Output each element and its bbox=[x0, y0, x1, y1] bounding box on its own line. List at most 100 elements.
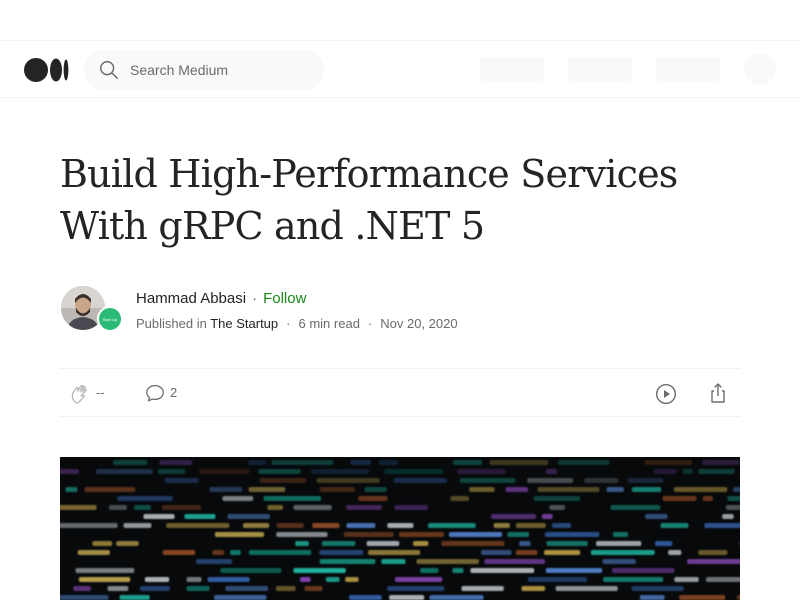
author-name[interactable]: Hammad Abbasi bbox=[136, 290, 246, 307]
code-glyph-blur bbox=[702, 496, 713, 501]
code-glyph-blur bbox=[527, 577, 588, 582]
search-bar[interactable] bbox=[84, 50, 324, 90]
code-glyph-blur bbox=[602, 559, 636, 564]
code-glyph-blur bbox=[706, 577, 740, 582]
code-glyph-blur bbox=[545, 568, 603, 573]
article-title: Build High-Performance Services With gRP… bbox=[60, 148, 750, 252]
code-glyph-blur bbox=[384, 469, 444, 474]
code-glyph-blur bbox=[60, 505, 97, 510]
code-glyph-blur bbox=[139, 586, 170, 591]
code-glyph-blur bbox=[673, 487, 728, 492]
code-glyph-blur bbox=[516, 523, 546, 528]
share-icon[interactable] bbox=[706, 381, 730, 405]
code-glyph-blur bbox=[452, 460, 483, 465]
code-glyph-blur bbox=[116, 541, 139, 546]
code-glyph-blur bbox=[505, 487, 529, 492]
code-glyph-blur bbox=[450, 496, 469, 501]
code-glyph-blur bbox=[325, 577, 340, 582]
code-glyph-blur bbox=[420, 568, 439, 573]
code-glyph-blur bbox=[271, 460, 334, 465]
code-glyph-blur bbox=[722, 514, 734, 519]
code-glyph-blur bbox=[639, 595, 665, 600]
code-glyph-blur bbox=[441, 541, 505, 546]
code-glyph-blur bbox=[461, 586, 504, 591]
code-glyph-blur bbox=[366, 541, 400, 546]
code-glyph-blur bbox=[459, 478, 516, 483]
code-glyph-blur bbox=[736, 595, 740, 600]
code-glyph-blur bbox=[515, 550, 538, 555]
play-icon[interactable] bbox=[654, 382, 678, 406]
publication-link[interactable]: The Startup bbox=[210, 316, 278, 331]
code-glyph-blur bbox=[60, 523, 118, 528]
code-glyph-blur bbox=[416, 559, 479, 564]
publish-date: Nov 20, 2020 bbox=[380, 316, 458, 331]
code-glyph-blur bbox=[452, 568, 464, 573]
code-glyph-blur bbox=[78, 577, 131, 582]
article-meta: Published in The Startup · 6 min read · Nov … bbox=[136, 316, 458, 331]
code-glyph-blur bbox=[733, 487, 740, 492]
code-glyph-blur bbox=[134, 505, 151, 510]
code-glyph-blur bbox=[610, 505, 661, 510]
code-screen-photo bbox=[60, 460, 740, 600]
nav-placeholder-2[interactable] bbox=[568, 57, 632, 81]
clap-icon[interactable] bbox=[68, 382, 92, 406]
code-glyph-blur bbox=[644, 460, 693, 465]
code-glyph-blur bbox=[557, 460, 610, 465]
code-glyph-blur bbox=[242, 523, 270, 528]
code-glyph-blur bbox=[113, 460, 148, 465]
code-glyph-blur bbox=[184, 514, 216, 519]
code-glyph-blur bbox=[295, 541, 309, 546]
author-line: Hammad Abbasi · Follow bbox=[136, 290, 306, 307]
code-glyph-blur bbox=[230, 550, 241, 555]
code-glyph-blur bbox=[544, 550, 581, 555]
medium-logo[interactable] bbox=[24, 57, 70, 83]
search-input[interactable] bbox=[130, 50, 310, 90]
code-glyph-blur bbox=[389, 595, 425, 600]
code-glyph-blur bbox=[393, 478, 447, 483]
comment-count: 2 bbox=[170, 385, 178, 400]
article-title-line-1: Build High-Performance Services bbox=[60, 152, 678, 196]
publication-badge[interactable]: Start Up bbox=[97, 306, 123, 332]
code-glyph-blur bbox=[584, 478, 619, 483]
code-glyph-blur bbox=[698, 550, 728, 555]
code-glyph-blur bbox=[349, 595, 382, 600]
code-glyph-blur bbox=[596, 541, 642, 546]
code-glyph-blur bbox=[527, 478, 574, 483]
code-glyph-blur bbox=[448, 532, 503, 537]
code-glyph-blur bbox=[225, 586, 269, 591]
article-title-line-2: With gRPC and .NET 5 bbox=[60, 204, 485, 248]
code-glyph-blur bbox=[631, 487, 662, 492]
code-glyph-blur bbox=[162, 550, 196, 555]
code-glyph-blur bbox=[653, 469, 677, 474]
top-blank-band bbox=[0, 0, 800, 41]
code-glyph-blur bbox=[207, 577, 250, 582]
read-time: 6 min read bbox=[298, 316, 360, 331]
code-glyph-blur bbox=[470, 568, 535, 573]
code-glyph-blur bbox=[73, 586, 91, 591]
user-avatar-placeholder[interactable] bbox=[744, 53, 776, 85]
code-glyph-blur bbox=[186, 577, 202, 582]
code-glyph-blur bbox=[92, 541, 113, 546]
code-glyph-blur bbox=[549, 505, 565, 510]
code-glyph-blur bbox=[159, 460, 193, 465]
code-glyph-blur bbox=[395, 577, 443, 582]
publication-badge-text: Start Up bbox=[102, 316, 118, 322]
code-glyph-blur bbox=[727, 496, 740, 501]
code-glyph-blur bbox=[343, 532, 394, 537]
code-glyph-blur bbox=[387, 586, 445, 591]
code-glyph-blur bbox=[60, 595, 109, 600]
comment-icon[interactable] bbox=[144, 382, 166, 404]
code-glyph-blur bbox=[161, 505, 202, 510]
code-glyph-blur bbox=[555, 586, 618, 591]
code-glyph-blur bbox=[662, 496, 697, 501]
code-glyph-blur bbox=[198, 469, 250, 474]
code-glyph-blur bbox=[312, 523, 340, 528]
code-glyph-blur bbox=[725, 505, 740, 510]
code-glyph-blur bbox=[541, 514, 553, 519]
follow-button[interactable]: Follow bbox=[263, 290, 306, 307]
nav-placeholder-3[interactable] bbox=[656, 57, 720, 81]
code-glyph-blur bbox=[698, 469, 735, 474]
nav-placeholder-1[interactable] bbox=[480, 57, 544, 81]
code-glyph-blur bbox=[350, 460, 371, 465]
published-in-label: Published in bbox=[136, 316, 207, 331]
